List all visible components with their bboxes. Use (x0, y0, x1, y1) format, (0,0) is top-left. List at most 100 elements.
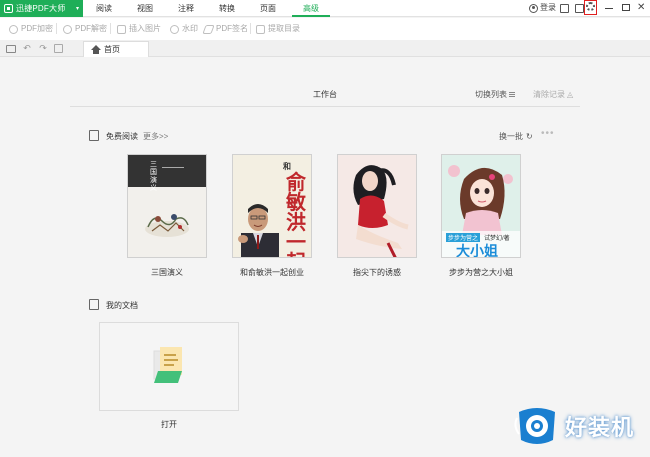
cover-rule (162, 167, 184, 168)
watermark-button[interactable]: 水印 (170, 23, 198, 35)
more-options-icon[interactable]: ••• (541, 128, 555, 139)
menu-bar: 迅捷PDF大师 ▾ 阅读 视图 注释 转换 页面 高级 登录 ✕ (0, 0, 650, 17)
cover-title-text: 三国演义 (150, 161, 157, 192)
tab-home-label: 首页 (104, 45, 120, 54)
login-button[interactable]: 登录 (529, 2, 556, 14)
switch-list-label: 切换列表 (475, 90, 507, 99)
book-cover[interactable]: 步步为营之 试梦幻/著 大小姐 (441, 154, 521, 258)
tab-annotate[interactable]: 注释 (172, 0, 200, 17)
app-title: 迅捷PDF大师 (16, 4, 66, 13)
message-button[interactable] (560, 4, 569, 16)
cover-band (128, 155, 206, 187)
book-card[interactable]: 三国演义 三国演义 (127, 154, 207, 278)
close-icon: ✕ (637, 2, 646, 13)
open-file-card[interactable] (99, 322, 239, 411)
open-file-label[interactable]: 打开 (161, 419, 177, 430)
list-icon (509, 92, 515, 97)
free-reading-title: 免费阅读 (106, 132, 138, 141)
cover-title-text: 大小姐 (456, 243, 498, 258)
undo-icon[interactable]: ↶ (22, 43, 32, 53)
open-file-icon (153, 347, 182, 383)
book-cover[interactable]: 三国演义 (127, 154, 207, 258)
tab-view[interactable]: 视图 (131, 0, 159, 17)
workspace-title: 工作台 (313, 90, 337, 99)
refresh-batch-label: 换一批 (499, 132, 523, 141)
toolbar-divider (56, 23, 57, 34)
watermark-icon (170, 24, 179, 34)
tab-page[interactable]: 页面 (254, 0, 282, 17)
tab-advanced[interactable]: 高级 (292, 0, 330, 17)
maximize-icon (622, 4, 630, 11)
watermark-label: 水印 (182, 24, 198, 33)
document-tab-bar: ↶ ↷ 首页 (0, 40, 650, 57)
my-docs-title: 我的文档 (106, 301, 138, 310)
pen-icon (202, 24, 215, 34)
cover-title-text: 俞敏洪一起创业 (286, 172, 306, 257)
refresh-icon: ↻ (526, 132, 533, 141)
cover-illustration (338, 155, 416, 257)
site-watermark: 好装机 (513, 404, 634, 448)
cover-portrait (238, 204, 279, 257)
book-cover[interactable]: 和 俞敏洪一起创业 (232, 154, 312, 258)
pdf-sign-button[interactable]: PDF签名 (202, 23, 248, 35)
home-icon (91, 45, 101, 54)
extract-toc-button[interactable]: 提取目录 (256, 23, 300, 35)
minimize-icon (605, 8, 613, 9)
pdf-decrypt-label: PDF解密 (75, 24, 107, 33)
redo-icon[interactable]: ↷ (38, 43, 48, 53)
settings-button[interactable] (584, 0, 597, 15)
skin-button[interactable] (575, 4, 584, 16)
extract-icon (256, 24, 265, 34)
watermark-text: 好装机 (565, 415, 635, 440)
shield-open-icon (63, 24, 72, 34)
book-title[interactable]: 三国演义 (127, 267, 207, 278)
book-card[interactable]: 步步为营之 试梦幻/著 大小姐 步步为营之大小姐 (441, 154, 521, 278)
tab-read[interactable]: 阅读 (90, 0, 118, 17)
cover-small-text: 和 (283, 162, 291, 171)
tab-home[interactable]: 首页 (83, 41, 149, 57)
shield-icon (9, 24, 18, 34)
pdf-encrypt-button[interactable]: PDF加密 (9, 23, 53, 35)
book-title[interactable]: 指尖下的诱惑 (337, 267, 417, 278)
toolbar-divider (250, 23, 251, 34)
pdf-sign-label: PDF签名 (216, 24, 248, 33)
refresh-batch-button[interactable]: 换一批 ↻ (499, 131, 533, 142)
chevron-down-icon: ▾ (75, 6, 79, 12)
shirt-icon (575, 4, 584, 13)
book-title[interactable]: 和俞敏洪一起创业 (232, 267, 312, 278)
books-icon (89, 130, 99, 141)
maximize-button[interactable] (622, 2, 630, 14)
app-menu-button[interactable]: 迅捷PDF大师 ▾ (0, 0, 83, 17)
toolbar-divider (110, 23, 111, 34)
clear-history-button[interactable]: 清除记录 ◬ (533, 89, 573, 100)
extract-toc-label: 提取目录 (268, 24, 300, 33)
app-logo-icon (4, 4, 13, 13)
open-folder-icon[interactable] (6, 45, 16, 53)
cover-illustration (145, 214, 189, 237)
more-books-link[interactable]: 更多>> (143, 131, 168, 142)
book-cover[interactable] (337, 154, 417, 258)
book-card[interactable]: 指尖下的诱惑 (337, 154, 417, 278)
book-title[interactable]: 步步为营之大小姐 (441, 267, 521, 278)
pdf-encrypt-label: PDF加密 (21, 24, 53, 33)
login-label: 登录 (540, 3, 556, 12)
image-icon (117, 24, 126, 34)
book-card[interactable]: 和 俞敏洪一起创业 和俞敏洪一起创业 (232, 154, 312, 278)
tab-convert[interactable]: 转换 (213, 0, 241, 17)
watermark-logo-icon (514, 408, 555, 444)
close-button[interactable]: ✕ (637, 2, 645, 14)
user-icon (529, 3, 538, 13)
minimize-button[interactable] (605, 2, 613, 14)
toolbar: PDF加密 PDF解密 插入图片 水印 PDF签名 提取目录 (0, 18, 650, 40)
message-icon (560, 4, 569, 13)
eraser-icon: ◬ (567, 90, 574, 99)
save-icon[interactable] (54, 44, 63, 53)
workspace-divider (70, 106, 580, 107)
gear-icon (586, 2, 595, 11)
document-icon (89, 299, 99, 310)
clear-history-label: 清除记录 (533, 90, 565, 99)
pdf-decrypt-button[interactable]: PDF解密 (63, 23, 107, 35)
switch-list-button[interactable]: 切换列表 (475, 89, 515, 100)
insert-image-label: 插入图片 (129, 24, 161, 33)
insert-image-button[interactable]: 插入图片 (117, 23, 161, 35)
